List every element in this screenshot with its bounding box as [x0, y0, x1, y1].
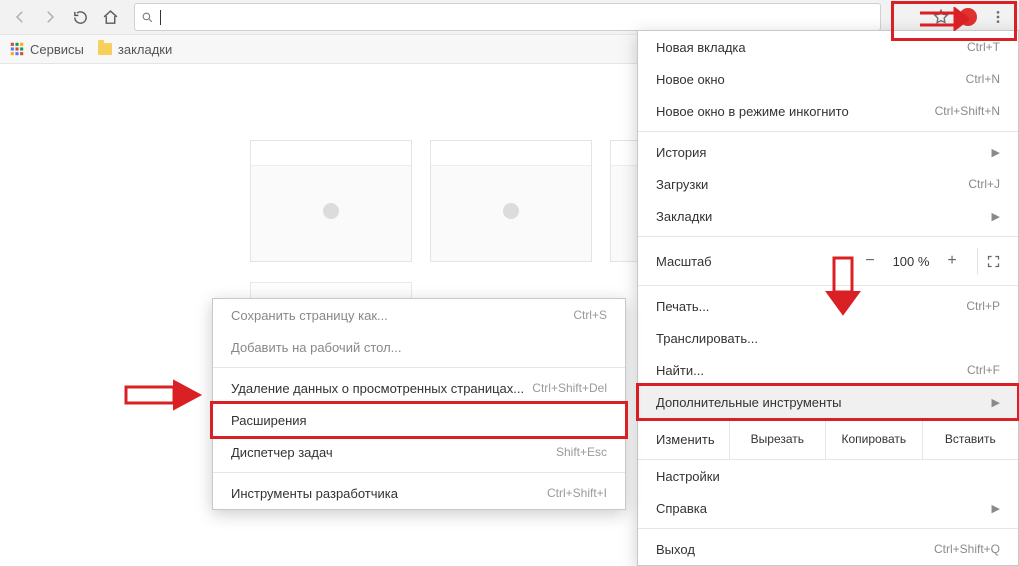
star-icon: [932, 8, 950, 26]
menu-label: Дополнительные инструменты: [656, 395, 842, 410]
menu-label: Новое окно: [656, 72, 725, 87]
submenu-label: Сохранить страницу как...: [231, 308, 388, 323]
cut-button[interactable]: Вырезать: [729, 419, 825, 459]
zoom-out-button[interactable]: −: [855, 248, 885, 274]
home-icon: [102, 9, 119, 26]
menu-label: Настройки: [656, 469, 720, 484]
submenu-label: Диспетчер задач: [231, 445, 333, 460]
more-tools-submenu: Сохранить страницу как... Ctrl+S Добавит…: [212, 298, 626, 510]
submenu-shortcut: Ctrl+Shift+I: [547, 486, 607, 500]
menu-downloads[interactable]: Загрузки Ctrl+J: [638, 168, 1018, 200]
menu-history[interactable]: История ▶: [638, 136, 1018, 168]
menu-label: История: [656, 145, 706, 160]
toolbar-right: [891, 2, 981, 32]
edit-label: Изменить: [638, 432, 729, 447]
chevron-right-icon: ▶: [992, 146, 1000, 159]
main-menu-dropdown: Новая вкладка Ctrl+T Новое окно Ctrl+N Н…: [637, 30, 1019, 566]
submenu-task-manager[interactable]: Диспетчер задач Shift+Esc: [213, 436, 625, 468]
menu-shortcut: Ctrl+Shift+Q: [934, 542, 1000, 556]
reload-button[interactable]: [66, 3, 94, 31]
menu-shortcut: Ctrl+Shift+N: [935, 104, 1000, 118]
menu-settings[interactable]: Настройки: [638, 460, 1018, 492]
zoom-in-button[interactable]: +: [937, 248, 967, 274]
menu-find[interactable]: Найти... Ctrl+F: [638, 354, 1018, 386]
menu-label: Выход: [656, 542, 695, 557]
fullscreen-button[interactable]: [977, 248, 1008, 274]
arrow-left-icon: [11, 8, 29, 26]
menu-separator: [638, 528, 1018, 529]
submenu-shortcut: Ctrl+S: [573, 308, 607, 322]
apps-grid-icon: [10, 42, 24, 56]
menu-separator: [213, 472, 625, 473]
menu-label: Загрузки: [656, 177, 708, 192]
submenu-save-as[interactable]: Сохранить страницу как... Ctrl+S: [213, 299, 625, 331]
menu-label: Транслировать...: [656, 331, 758, 346]
menu-new-tab[interactable]: Новая вкладка Ctrl+T: [638, 31, 1018, 63]
menu-shortcut: Ctrl+N: [966, 72, 1000, 86]
chevron-right-icon: ▶: [992, 502, 1000, 515]
menu-separator: [638, 131, 1018, 132]
cursor-caret: [160, 10, 161, 25]
submenu-label: Удаление данных о просмотренных страница…: [231, 381, 524, 396]
apps-shortcut[interactable]: Сервисы: [10, 42, 84, 57]
menu-shortcut: Ctrl+F: [967, 363, 1000, 377]
menu-label: Найти...: [656, 363, 704, 378]
bookmark-star-button[interactable]: [927, 3, 955, 31]
kebab-menu-icon: [990, 9, 1006, 25]
submenu-dev-tools[interactable]: Инструменты разработчика Ctrl+Shift+I: [213, 477, 625, 509]
menu-shortcut: Ctrl+T: [967, 40, 1000, 54]
address-bar[interactable]: [134, 3, 881, 31]
menu-cast[interactable]: Транслировать...: [638, 322, 1018, 354]
menu-more-tools[interactable]: Дополнительные инструменты ▶: [638, 386, 1018, 418]
menu-label: Закладки: [656, 209, 712, 224]
main-menu-button[interactable]: [983, 2, 1013, 32]
menu-label: Справка: [656, 501, 707, 516]
submenu-label: Инструменты разработчика: [231, 486, 398, 501]
menu-separator: [213, 367, 625, 368]
back-button[interactable]: [6, 3, 34, 31]
menu-zoom-row: Масштаб − 100 % +: [638, 241, 1018, 281]
submenu-shortcut: Shift+Esc: [556, 445, 607, 459]
zoom-label: Масштаб: [656, 254, 712, 269]
submenu-label: Добавить на рабочий стол...: [231, 340, 402, 355]
submenu-extensions[interactable]: Расширения: [213, 404, 625, 436]
site-thumbnail[interactable]: [250, 140, 412, 262]
chevron-right-icon: ▶: [992, 210, 1000, 223]
menu-shortcut: Ctrl+P: [966, 299, 1000, 313]
menu-label: Новая вкладка: [656, 40, 746, 55]
menu-separator: [638, 285, 1018, 286]
extension-indicator-icon[interactable]: [959, 8, 977, 26]
menu-separator: [638, 236, 1018, 237]
submenu-label: Расширения: [231, 413, 307, 428]
menu-bookmarks[interactable]: Закладки ▶: [638, 200, 1018, 232]
menu-print[interactable]: Печать... Ctrl+P: [638, 290, 1018, 322]
chevron-right-icon: ▶: [992, 396, 1000, 409]
menu-incognito[interactable]: Новое окно в режиме инкогнито Ctrl+Shift…: [638, 95, 1018, 127]
bookmark-folder-label: закладки: [118, 42, 172, 57]
forward-button[interactable]: [36, 3, 64, 31]
menu-label: Новое окно в режиме инкогнито: [656, 104, 849, 119]
search-icon: [141, 11, 154, 24]
apps-label: Сервисы: [30, 42, 84, 57]
menu-shortcut: Ctrl+J: [968, 177, 1000, 191]
home-button[interactable]: [96, 3, 124, 31]
menu-label: Печать...: [656, 299, 709, 314]
site-thumbnail[interactable]: [430, 140, 592, 262]
submenu-clear-data[interactable]: Удаление данных о просмотренных страница…: [213, 372, 625, 404]
menu-help[interactable]: Справка ▶: [638, 492, 1018, 524]
submenu-shortcut: Ctrl+Shift+Del: [532, 381, 607, 395]
submenu-add-desktop[interactable]: Добавить на рабочий стол...: [213, 331, 625, 363]
copy-button[interactable]: Копировать: [825, 419, 921, 459]
menu-new-window[interactable]: Новое окно Ctrl+N: [638, 63, 1018, 95]
arrow-right-icon: [41, 8, 59, 26]
zoom-value: 100 %: [889, 254, 933, 269]
reload-icon: [72, 9, 89, 26]
fullscreen-icon: [986, 254, 1001, 269]
paste-button[interactable]: Вставить: [922, 419, 1018, 459]
folder-icon: [98, 43, 112, 55]
bookmark-folder[interactable]: закладки: [98, 42, 172, 57]
menu-exit[interactable]: Выход Ctrl+Shift+Q: [638, 533, 1018, 565]
menu-edit-row: Изменить Вырезать Копировать Вставить: [638, 418, 1018, 460]
